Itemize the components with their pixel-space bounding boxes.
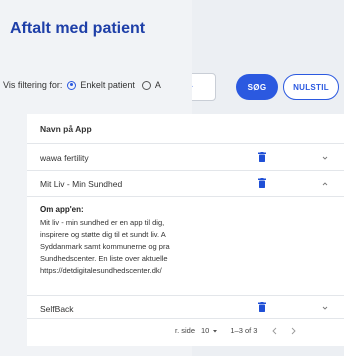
row-divider [27, 295, 344, 296]
chevron-down-icon[interactable] [321, 154, 329, 162]
row-divider [27, 170, 344, 171]
trash-icon[interactable] [258, 178, 266, 188]
radio-single-patient[interactable] [67, 80, 77, 90]
search-button[interactable]: SØG [236, 74, 278, 100]
row-divider [27, 196, 344, 197]
next-page-icon[interactable] [290, 327, 297, 335]
pagination: r. side 10 1–3 of 3 [175, 326, 297, 335]
chevron-down-icon[interactable] [321, 304, 329, 312]
rows-per-page-label: r. side [175, 326, 196, 335]
table-row-name[interactable]: wawa fertility [40, 153, 89, 163]
rows-per-page-select[interactable]: 10 [201, 326, 209, 335]
row-divider [27, 143, 344, 144]
caret-down-icon[interactable] [212, 328, 218, 334]
page-range: 1–3 of 3 [230, 326, 258, 335]
description-line: Sundhedscenter. En liste over aktuelle [40, 254, 168, 263]
table-row-name[interactable]: SelfBack [40, 304, 74, 314]
page-title: Aftalt med patient [10, 20, 146, 37]
description-line: Mit liv - min sundhed er en app til dig, [40, 218, 165, 227]
filter-label: Vis filtering for: [3, 80, 63, 90]
radio-single-patient-label[interactable]: Enkelt patient [80, 80, 135, 90]
trash-icon[interactable] [258, 152, 266, 162]
app-description-title: Om app'en: [40, 205, 84, 214]
radio-other[interactable] [141, 80, 151, 90]
description-link[interactable]: https://detdigitalesundhedscenter.dk/ [40, 265, 192, 277]
description-line: inspirere og støtte dig til et sundt liv… [40, 230, 166, 239]
radio-other-label[interactable]: A [155, 80, 161, 90]
table-row-name[interactable]: Mit Liv - Min Sundhed [40, 179, 122, 189]
description-line: Syddanmark samt kommunerne og pra [40, 242, 170, 251]
filter-row: Vis filtering for: Enkelt patient A [3, 80, 161, 90]
reset-button[interactable]: NULSTIL [283, 74, 339, 100]
app-description: Mit liv - min sundhed er en app til dig,… [40, 217, 192, 277]
previous-page-icon[interactable] [271, 327, 278, 335]
row-divider [27, 318, 344, 319]
column-header-app-name[interactable]: Navn på App [40, 124, 92, 134]
chevron-up-icon[interactable] [321, 180, 329, 188]
trash-icon[interactable] [258, 302, 266, 312]
